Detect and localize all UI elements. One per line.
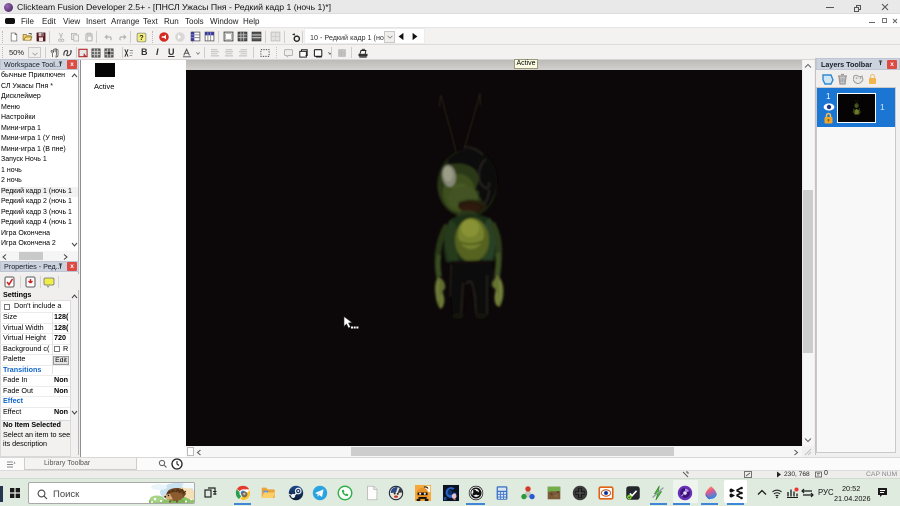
svg-text:?: ?: [139, 33, 143, 42]
